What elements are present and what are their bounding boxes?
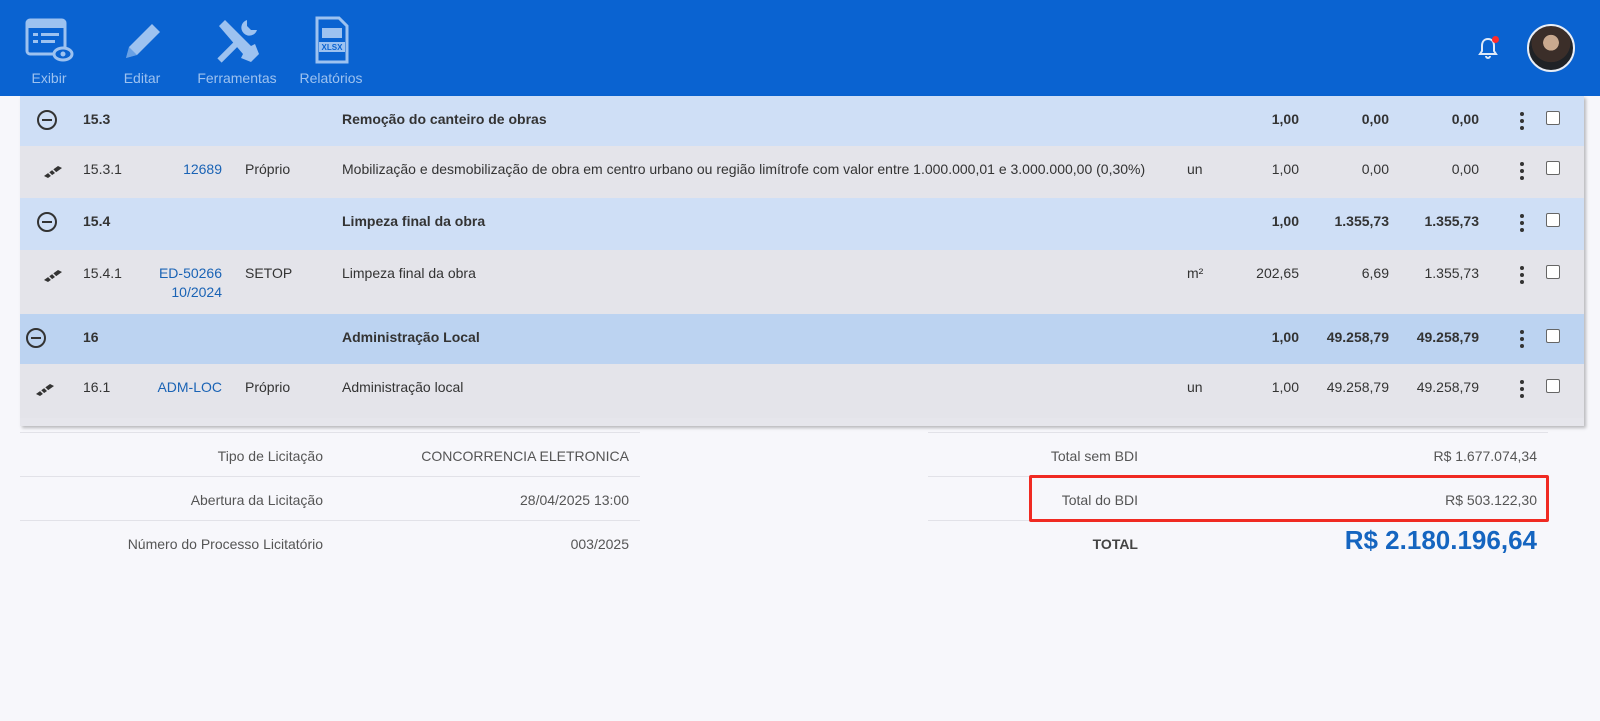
- summary-label: Tipo de Licitação: [217, 448, 323, 464]
- xlsx-file-icon: XLSX: [315, 16, 349, 64]
- table-row-group: 16 Administração Local 1,00 49.258,79 49…: [20, 314, 1584, 364]
- summary-row: Número do Processo Licitatório 003/2025: [20, 520, 640, 564]
- item-code-link[interactable]: 12689: [122, 161, 222, 177]
- tender-info: Tipo de Licitação CONCORRENCIA ELETRONIC…: [20, 432, 640, 564]
- toolbar-ferramentas-button[interactable]: Ferramentas: [192, 14, 282, 86]
- view-list-icon: [25, 18, 74, 62]
- item-description: Mobilização e desmobilização de obra em …: [342, 161, 1146, 177]
- table-row-group: 15.4 Limpeza final da obra 1,00 1.355,73…: [20, 198, 1584, 250]
- item-total: 0,00: [1451, 111, 1479, 127]
- item-number: 15.3.1: [83, 161, 122, 177]
- item-description: Administração local: [342, 379, 464, 395]
- more-vert-icon[interactable]: [1519, 266, 1525, 284]
- collapse-icon[interactable]: [37, 212, 57, 232]
- item-description: Remoção do canteiro de obras: [342, 111, 547, 127]
- item-source: Próprio: [245, 379, 291, 395]
- toolbar-ferramentas-label: Ferramentas: [197, 70, 277, 86]
- item-number: 15.3: [83, 111, 111, 127]
- row-checkbox[interactable]: [1546, 161, 1560, 175]
- item-total: 1.355,73: [1424, 213, 1480, 229]
- summary-row: Abertura da Licitação 28/04/2025 13:00: [20, 476, 640, 520]
- table-row-item: 15.3.1 12689 Próprio Mobilização e desmo…: [20, 146, 1584, 198]
- pickaxe-icon: [44, 270, 62, 282]
- table-row-item: 15.4.1 ED-50266 10/2024 SETOP Limpeza fi…: [20, 250, 1584, 314]
- summary-value: 003/2025: [570, 536, 629, 552]
- avatar[interactable]: [1527, 24, 1575, 72]
- item-description: Administração Local: [342, 329, 480, 345]
- row-checkbox[interactable]: [1546, 379, 1560, 393]
- item-number: 16.1: [83, 379, 111, 395]
- highlight-box: [1029, 475, 1549, 522]
- row-checkbox[interactable]: [1546, 213, 1560, 227]
- item-source: SETOP: [245, 265, 293, 281]
- toolbar-editar-label: Editar: [123, 70, 161, 86]
- more-vert-icon[interactable]: [1519, 380, 1525, 398]
- toolbar-exibir-button[interactable]: Exibir: [4, 14, 94, 86]
- summary-value: 28/04/2025 13:00: [520, 492, 629, 508]
- total-without-bdi-label: Total sem BDI: [1050, 448, 1138, 464]
- pencil-icon: [126, 24, 160, 58]
- pickaxe-icon: [44, 166, 62, 178]
- toolbar-relatorios-button[interactable]: XLSX Relatórios: [286, 14, 376, 86]
- collapse-icon[interactable]: [26, 328, 46, 348]
- row-checkbox[interactable]: [1546, 329, 1560, 343]
- row-checkbox[interactable]: [1546, 265, 1560, 279]
- more-vert-icon[interactable]: [1519, 162, 1525, 180]
- summary-row: Total sem BDI R$ 1.677.074,34: [928, 432, 1548, 476]
- grand-total-label: TOTAL: [1092, 536, 1138, 552]
- more-vert-icon[interactable]: [1519, 214, 1525, 232]
- item-code-link[interactable]: ADM-LOC: [122, 379, 222, 395]
- summary-label: Número do Processo Licitatório: [127, 536, 323, 552]
- item-total: 0,00: [1451, 161, 1479, 177]
- item-number: 15.4: [83, 213, 111, 229]
- grand-total-value: R$ 2.180.196,64: [1344, 525, 1537, 555]
- toolbar-exibir-label: Exibir: [31, 70, 67, 86]
- total-without-bdi-value: R$ 1.677.074,34: [1433, 448, 1537, 464]
- item-code-reference[interactable]: 10/2024: [122, 284, 222, 300]
- item-source: Próprio: [245, 161, 291, 177]
- summary-row: TOTAL R$ 2.180.196,64: [928, 520, 1548, 564]
- toolbar-relatorios-label: Relatórios: [299, 70, 363, 86]
- budget-table: 15.3 Remoção do canteiro de obras 1,00 0…: [20, 96, 1584, 426]
- top-toolbar: Exibir Editar Ferramentas XLSX Relatório…: [0, 0, 1600, 96]
- table-row-group: 15.3 Remoção do canteiro de obras 1,00 0…: [20, 96, 1584, 146]
- item-number: 15.4.1: [83, 265, 122, 281]
- notification-badge: [1492, 36, 1499, 43]
- item-code-link[interactable]: ED-50266: [122, 265, 222, 281]
- tools-icon: [217, 20, 259, 63]
- item-total: 49.258,79: [1416, 329, 1479, 345]
- item-number: 16: [83, 329, 99, 345]
- summary-value: CONCORRENCIA ELETRONICA: [421, 448, 629, 464]
- table-row-item: 16.1 ADM-LOC Próprio Administração local…: [20, 364, 1584, 418]
- item-description: Limpeza final da obra: [342, 265, 476, 281]
- collapse-icon[interactable]: [37, 110, 57, 130]
- more-vert-icon[interactable]: [1519, 330, 1525, 348]
- summary-label: Abertura da Licitação: [190, 492, 323, 508]
- item-description: Limpeza final da obra: [342, 213, 486, 229]
- toolbar-editar-button[interactable]: Editar: [97, 14, 187, 86]
- summary-row: Tipo de Licitação CONCORRENCIA ELETRONIC…: [20, 432, 640, 476]
- item-total: 1.355,73: [1424, 265, 1480, 281]
- row-checkbox[interactable]: [1546, 111, 1560, 125]
- item-total: 49.258,79: [1416, 379, 1479, 395]
- more-vert-icon[interactable]: [1519, 112, 1525, 130]
- svg-text:XLSX: XLSX: [322, 43, 344, 52]
- pickaxe-icon: [36, 384, 54, 396]
